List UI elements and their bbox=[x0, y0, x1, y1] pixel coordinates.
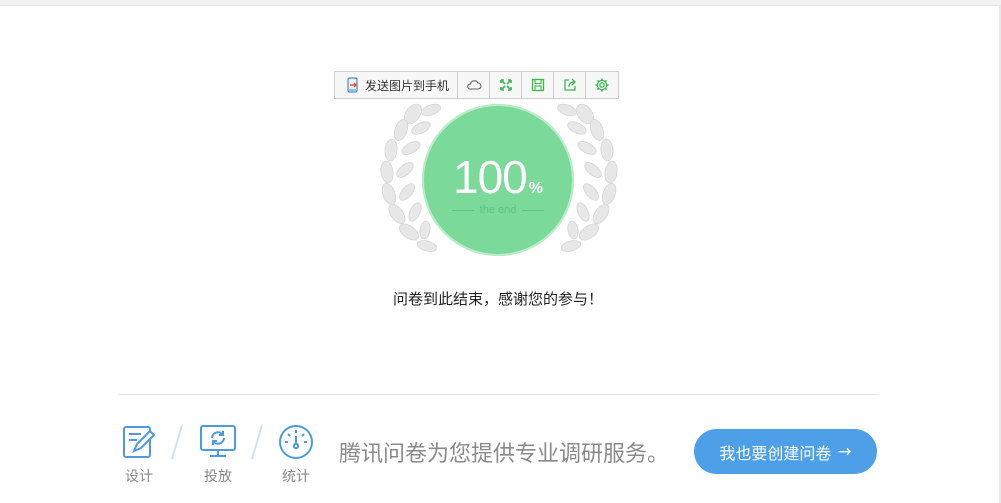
step-design-label: 设计 bbox=[125, 469, 153, 485]
step-separator bbox=[171, 424, 183, 460]
create-survey-label: 我也要创建问卷 bbox=[719, 443, 832, 463]
cloud-icon bbox=[466, 80, 481, 90]
share-button[interactable] bbox=[554, 72, 587, 98]
step-separator bbox=[251, 424, 263, 460]
footer-divider bbox=[119, 394, 879, 395]
save-button[interactable] bbox=[522, 72, 555, 98]
send-to-phone-button[interactable]: 发送图片到手机 bbox=[335, 72, 459, 98]
completion-percent: 100% bbox=[422, 150, 574, 204]
promo-text: 腾讯问卷为您提供专业调研服务。 bbox=[339, 442, 670, 467]
percent-value: 100 bbox=[453, 151, 528, 203]
caption-line-right bbox=[522, 209, 545, 211]
send-to-phone-label: 发送图片到手机 bbox=[365, 78, 450, 93]
percent-sign: % bbox=[528, 180, 543, 197]
the-end-text: the end bbox=[479, 204, 517, 216]
the-end-caption: the end bbox=[452, 203, 545, 217]
edit-icon bbox=[123, 426, 156, 458]
fullscreen-icon bbox=[499, 79, 512, 91]
step-distribute-label: 投放 bbox=[204, 469, 232, 485]
settings-icon bbox=[595, 78, 609, 92]
phone-send-icon bbox=[347, 77, 358, 93]
step-design: 设计 bbox=[119, 422, 159, 486]
fullscreen-button[interactable] bbox=[490, 72, 523, 98]
caption-line-left bbox=[452, 209, 474, 211]
thank-you-message: 问卷到此结束，感谢您的参与！ bbox=[392, 290, 603, 308]
step-distribute: 投放 bbox=[198, 422, 238, 486]
settings-button[interactable] bbox=[586, 72, 618, 98]
step-statistics-label: 统计 bbox=[282, 469, 310, 485]
arrow-right-icon: → bbox=[837, 441, 852, 462]
step-statistics: 统计 bbox=[276, 422, 316, 486]
create-survey-button[interactable]: 我也要创建问卷 → bbox=[694, 429, 877, 474]
image-toolbar: 发送图片到手机 bbox=[334, 71, 619, 99]
window-top-border bbox=[0, 0, 1001, 6]
cloud-button[interactable] bbox=[458, 72, 491, 98]
monitor-refresh-icon bbox=[200, 425, 236, 457]
gauge-icon bbox=[279, 425, 313, 459]
share-icon bbox=[563, 78, 576, 91]
save-icon bbox=[531, 78, 544, 92]
